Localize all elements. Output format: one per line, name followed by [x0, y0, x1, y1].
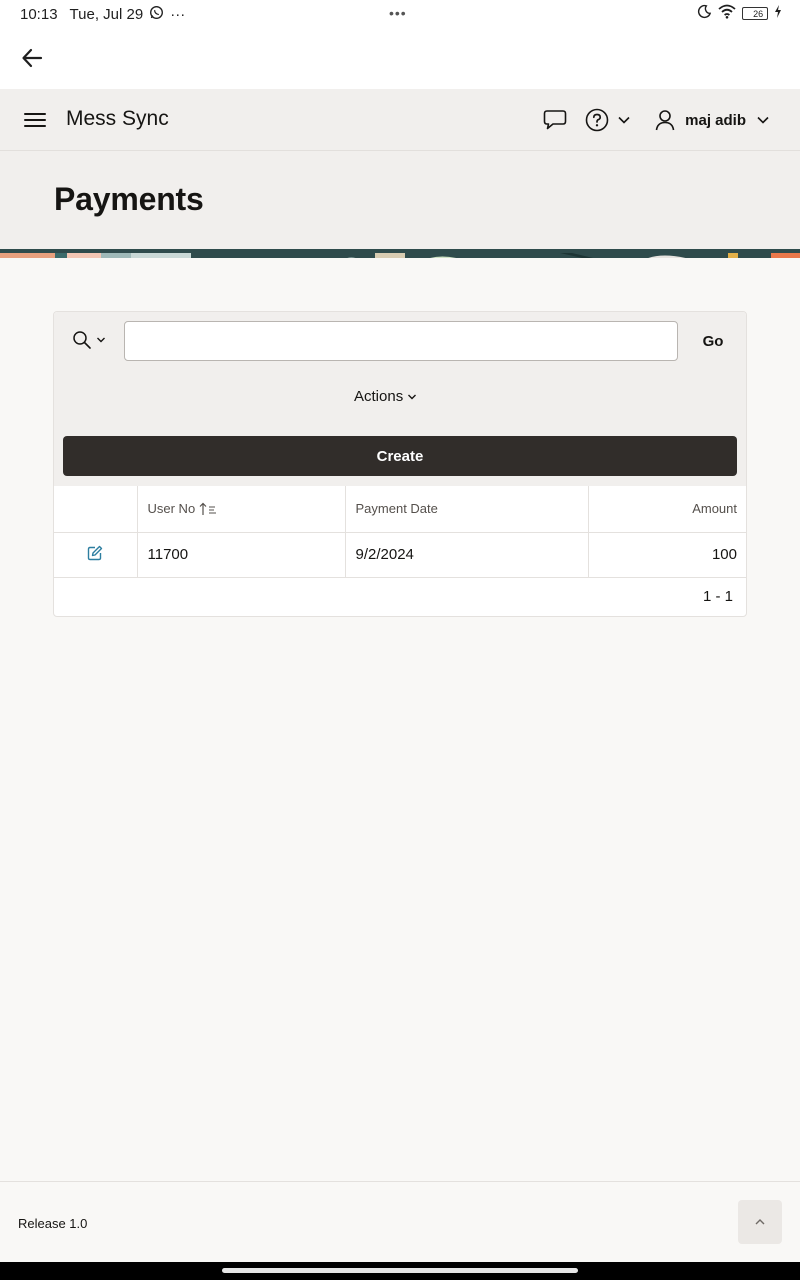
actions-label: Actions	[354, 388, 404, 405]
charging-icon	[774, 5, 782, 22]
search-input[interactable]	[124, 321, 678, 361]
moon-icon	[697, 4, 712, 23]
status-left: 10:13 Tue, Jul 29 ···	[20, 5, 185, 24]
column-header-user-no[interactable]: User No	[137, 486, 346, 533]
status-overflow: ···	[170, 5, 186, 23]
release-label: Release 1.0	[18, 1216, 88, 1231]
help-button[interactable]	[585, 108, 631, 132]
battery-level: 26	[753, 8, 764, 19]
chevron-up-icon	[755, 1219, 765, 1225]
app-bar	[0, 28, 800, 89]
edit-cell	[54, 532, 138, 578]
report-toolbar: Go Actions Create	[54, 312, 746, 486]
go-button[interactable]: Go	[688, 321, 738, 361]
edit-icon	[88, 545, 103, 560]
column-header-amount[interactable]: Amount	[588, 486, 746, 533]
decorative-banner	[0, 249, 800, 258]
scroll-to-top-button[interactable]	[738, 1200, 782, 1244]
battery-icon: 26	[742, 7, 768, 20]
status-date: Tue, Jul 29	[69, 5, 144, 23]
whatsapp-icon	[149, 5, 164, 24]
feedback-icon	[543, 110, 567, 130]
menu-icon-line	[24, 119, 46, 121]
page-title: Payments	[54, 181, 204, 217]
system-nav-bar	[0, 1262, 800, 1280]
title-region: Payments	[0, 151, 800, 249]
search-column-toggle[interactable]	[72, 330, 106, 350]
help-icon	[585, 108, 609, 132]
search-icon	[73, 331, 91, 349]
page-footer: Release 1.0	[0, 1181, 800, 1263]
user-icon	[655, 110, 675, 131]
chevron-down-icon	[408, 394, 417, 399]
user-menu-button[interactable]: maj adib	[655, 109, 770, 131]
chevron-down-icon	[97, 337, 105, 343]
wifi-icon	[718, 4, 736, 23]
cell-amount: 100	[588, 532, 746, 578]
app-header: Mess Sync maj adib	[0, 89, 800, 151]
sort-ascending-icon	[199, 502, 217, 515]
chevron-down-icon	[757, 116, 769, 124]
edit-row-link[interactable]	[87, 545, 103, 561]
app-name[interactable]: Mess Sync	[66, 107, 169, 131]
column-header-label: User No	[147, 501, 196, 517]
column-header-payment-date[interactable]: Payment Date	[345, 486, 589, 533]
table-header-row: User No Payment Date Amount	[54, 486, 746, 533]
chevron-down-icon	[618, 116, 630, 124]
status-time: 10:13	[20, 5, 58, 23]
menu-icon-line	[24, 125, 46, 127]
status-bar: 10:13 Tue, Jul 29 ··· ••• 26	[0, 0, 800, 28]
arrow-left-icon	[22, 48, 43, 68]
edit-column-header	[54, 486, 138, 533]
status-right: 26	[697, 4, 782, 23]
create-button[interactable]: Create	[63, 436, 737, 476]
report-table: User No Payment Date Amount 11700 9/2/20…	[54, 486, 746, 578]
table-row: 11700 9/2/2024 100	[54, 532, 746, 578]
cell-payment-date: 9/2/2024	[345, 532, 589, 578]
actions-menu-button[interactable]: Actions	[354, 388, 417, 405]
pagination-range: 1 - 1	[702, 588, 733, 605]
feedback-button[interactable]	[543, 109, 567, 131]
user-name: maj adib	[685, 111, 746, 129]
cell-user-no: 11700	[137, 532, 346, 578]
payments-report: Go Actions Create User No Payment Date A…	[53, 311, 747, 617]
status-center-dots: •••	[389, 5, 407, 21]
gesture-handle[interactable]	[222, 1268, 578, 1273]
menu-button[interactable]	[24, 109, 50, 131]
back-button[interactable]	[18, 44, 46, 72]
header-actions: maj adib	[543, 105, 770, 135]
menu-icon-line	[24, 113, 46, 115]
